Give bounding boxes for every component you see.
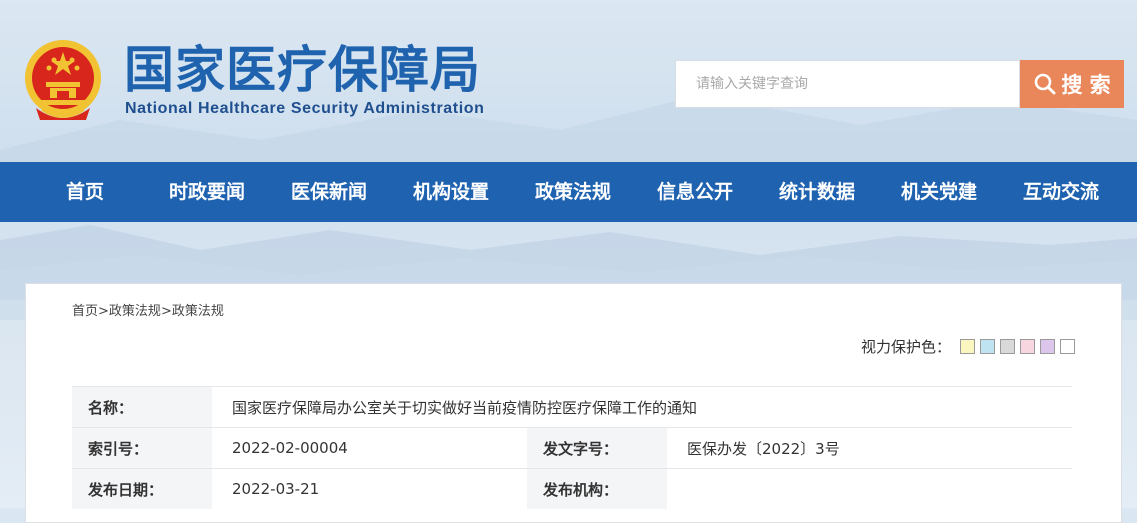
breadcrumb-separator: > xyxy=(98,304,109,319)
site-title-en: National Healthcare Security Administrat… xyxy=(125,100,485,117)
table-row: 名称： 国家医疗保障局办公室关于切实做好当前疫情防控医疗保障工作的通知 xyxy=(72,386,1072,428)
name-value: 国家医疗保障局办公室关于切实做好当前疫情防控医疗保障工作的通知 xyxy=(212,386,1072,428)
swatch-gray[interactable] xyxy=(1000,339,1015,354)
content-card: 首页>政策法规>政策法规 视力保护色： 名称： 国家医疗保障局办公室关于切实做好… xyxy=(25,283,1122,523)
org-label: 发布机构： xyxy=(527,468,667,509)
index-label: 索引号： xyxy=(72,427,212,469)
site-title-cn: 国家医疗保障局 xyxy=(124,40,481,99)
breadcrumb-separator: > xyxy=(160,304,172,319)
swatch-pink[interactable] xyxy=(1020,339,1035,354)
swatch-blue[interactable] xyxy=(980,339,995,354)
document-info-table: 名称： 国家医疗保障局办公室关于切实做好当前疫情防控医疗保障工作的通知 索引号：… xyxy=(72,386,1072,509)
swatch-yellow[interactable] xyxy=(960,339,975,354)
breadcrumb: 首页>政策法规>政策法规 xyxy=(72,300,224,319)
index-value: 2022-02-00004 xyxy=(212,427,527,469)
nav-item-organization[interactable]: 机构设置 xyxy=(401,162,501,222)
breadcrumb-item-policy-sub[interactable]: 政策法规 xyxy=(172,304,224,319)
search-icon xyxy=(1035,73,1056,95)
search-button-label: 搜 索 xyxy=(1061,73,1111,97)
org-value xyxy=(667,468,1072,509)
doc-no-label: 发文字号： xyxy=(527,427,667,469)
national-emblem-icon xyxy=(25,40,101,120)
nav-item-policy[interactable]: 政策法规 xyxy=(523,162,623,222)
nav-item-statistics[interactable]: 统计数据 xyxy=(767,162,867,222)
nav-item-home[interactable]: 首页 xyxy=(35,162,135,222)
nav-item-news[interactable]: 时政要闻 xyxy=(157,162,257,222)
table-row: 发布日期： 2022-03-21 发布机构： xyxy=(72,468,1072,509)
nav-item-healthcare-news[interactable]: 医保新闻 xyxy=(279,162,379,222)
search-input[interactable] xyxy=(675,60,1020,108)
date-label: 发布日期： xyxy=(72,468,212,509)
swatch-white[interactable] xyxy=(1060,339,1075,354)
eye-protection-bar: 视力保护色： xyxy=(861,336,1075,357)
breadcrumb-item-policy[interactable]: 政策法规 xyxy=(109,304,161,319)
table-row: 索引号： 2022-02-00004 发文字号： 医保办发〔2022〕3号 xyxy=(72,427,1072,469)
doc-no-value: 医保办发〔2022〕3号 xyxy=(667,427,1072,469)
eye-protection-label: 视力保护色： xyxy=(860,338,951,356)
search-button[interactable]: 搜 索 xyxy=(1020,60,1124,108)
breadcrumb-item-home[interactable]: 首页 xyxy=(72,304,98,319)
nav-item-party[interactable]: 机关党建 xyxy=(889,162,989,222)
nav-item-disclosure[interactable]: 信息公开 xyxy=(645,162,745,222)
swatch-purple[interactable] xyxy=(1040,339,1055,354)
main-nav: 首页 时政要闻 医保新闻 机构设置 政策法规 信息公开 统计数据 机关党建 互动… xyxy=(0,162,1137,222)
date-value: 2022-03-21 xyxy=(212,468,527,509)
nav-item-interaction[interactable]: 互动交流 xyxy=(1011,162,1111,222)
name-label: 名称： xyxy=(72,386,212,428)
